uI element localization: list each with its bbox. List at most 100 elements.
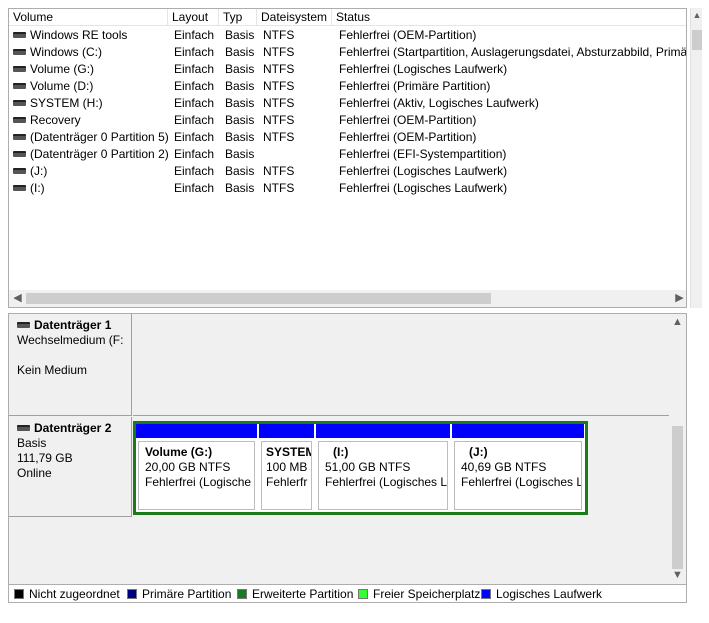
scroll-left-icon[interactable]: ◀ xyxy=(9,290,26,307)
partition-g[interactable]: Volume (G:) 20,00 GB NTFS Fehlerfrei (Lo… xyxy=(136,424,258,512)
cell-dateisystem-text: NTFS xyxy=(263,96,295,110)
partition-status: Fehlerfr xyxy=(266,475,308,489)
cell-typ-text: Basis xyxy=(225,79,255,93)
cell-volume-text: SYSTEM (H:) xyxy=(30,96,103,110)
cell-typ: Basis xyxy=(225,112,257,129)
cell-typ: Basis xyxy=(225,44,257,61)
legend-item-extended: Erweiterte Partition xyxy=(237,587,353,601)
legend-label: Freier Speicherplatz xyxy=(373,587,481,601)
cell-status-text: Fehlerfrei (Aktiv, Logisches Laufwerk) xyxy=(339,96,539,110)
cell-dateisystem: NTFS xyxy=(263,78,332,95)
legend-item-primary: Primäre Partition xyxy=(127,587,231,601)
legend-swatch xyxy=(481,589,491,599)
partition-status: Fehlerfrei (Logisches La xyxy=(325,475,448,489)
scroll-up-icon[interactable]: ▲ xyxy=(669,314,686,331)
cell-status: Fehlerfrei (OEM-Partition) xyxy=(339,27,686,44)
table-row[interactable]: Recovery Einfach Basis NTFS Fehlerfrei (OEM-… xyxy=(9,112,686,129)
cell-volume-text: (I:) xyxy=(30,181,45,195)
partition-size: 51,00 GB NTFS xyxy=(325,460,411,474)
partition-size: 40,69 GB NTFS xyxy=(461,460,547,474)
partition-system[interactable]: SYSTEM 100 MB Fehlerfr xyxy=(259,424,315,512)
outer-vertical-scrollbar[interactable]: ▲ xyxy=(690,8,702,308)
scroll-right-icon[interactable]: ▶ xyxy=(671,290,686,307)
table-row[interactable]: (I:) Einfach Basis NTFS Fehlerfrei (Logische… xyxy=(9,180,686,197)
column-header-dateisystem[interactable]: Dateisystem xyxy=(257,9,332,26)
disk-area-2: Volume (G:) 20,00 GB NTFS Fehlerfrei (Lo… xyxy=(133,417,589,517)
cell-volume-text: (Datenträger 0 Partition 2) xyxy=(30,147,168,161)
partition-info: (I:) 51,00 GB NTFS Fehlerfrei (Logisches… xyxy=(318,441,448,510)
partition-type-bar xyxy=(316,424,450,438)
partition-type-bar xyxy=(136,424,257,438)
table-row[interactable]: SYSTEM (H:) Einfach Basis NTFS Fehlerfrei (A… xyxy=(9,95,686,112)
disk-row-2: Datenträger 2 Basis 111,79 GB Online Vol… xyxy=(9,417,669,517)
cell-layout: Einfach xyxy=(174,129,219,146)
legend-label: Primäre Partition xyxy=(142,587,232,601)
cell-layout-text: Einfach xyxy=(174,130,215,144)
cell-dateisystem: NTFS xyxy=(263,180,332,197)
cell-status: Fehlerfrei (Primäre Partition) xyxy=(339,78,686,95)
horizontal-scrollbar[interactable]: ◀ ▶ xyxy=(9,290,686,307)
disk-label-2[interactable]: Datenträger 2 Basis 111,79 GB Online xyxy=(9,417,132,517)
horizontal-scroll-thumb[interactable] xyxy=(26,293,491,304)
disk-drive-icon xyxy=(17,425,30,431)
table-row[interactable]: Windows (C:) Einfach Basis NTFS Fehlerfrei (… xyxy=(9,44,686,61)
table-row[interactable]: Volume (G:) Einfach Basis NTFS Fehlerfrei (L… xyxy=(9,61,686,78)
cell-status-text: Fehlerfrei (Logisches Laufwerk) xyxy=(339,62,508,76)
table-row[interactable]: (Datenträger 0 Partition 5) Einfach Basis N… xyxy=(9,129,686,146)
cell-volume-text: Windows (C:) xyxy=(30,45,103,59)
partition-name: SYSTEM xyxy=(266,445,312,459)
cell-typ-text: Basis xyxy=(225,181,255,195)
table-row[interactable]: Volume (D:) Einfach Basis NTFS Fehlerfrei (P… xyxy=(9,78,686,95)
table-row[interactable]: Windows RE tools Einfach Basis NTFS Fehlerfr… xyxy=(9,27,686,44)
scroll-down-icon[interactable]: ▼ xyxy=(669,567,686,584)
disk-drive-icon xyxy=(13,151,26,157)
legend-swatch xyxy=(127,589,137,599)
legend-item-unallocated: Nicht zugeordnet xyxy=(14,587,120,601)
cell-layout: Einfach xyxy=(174,95,219,112)
cell-status: Fehlerfrei (Logisches Laufwerk) xyxy=(339,180,686,197)
cell-dateisystem-text: NTFS xyxy=(263,130,295,144)
cell-layout: Einfach xyxy=(174,112,219,129)
cell-typ-text: Basis xyxy=(225,28,255,42)
outer-vertical-scroll-thumb[interactable] xyxy=(692,30,702,50)
cell-dateisystem: NTFS xyxy=(263,163,332,180)
column-header-layout[interactable]: Layout xyxy=(168,9,219,26)
partition-status: Fehlerfrei (Logische xyxy=(145,475,252,489)
disk-label-1[interactable]: Datenträger 1 Wechselmedium (F: Kein Med… xyxy=(9,314,132,416)
scroll-up-icon[interactable]: ▲ xyxy=(691,8,703,22)
partition-j[interactable]: (J:) 40,69 GB NTFS Fehlerfrei (Logisches… xyxy=(452,424,585,512)
column-header-status[interactable]: Status xyxy=(332,9,686,26)
partition-name: Volume (G:) xyxy=(145,445,213,459)
cell-layout: Einfach xyxy=(174,180,219,197)
disk-type: Wechselmedium (F: xyxy=(17,333,124,347)
legend-swatch xyxy=(237,589,247,599)
table-row[interactable]: (Datenträger 0 Partition 2) Einfach Basis F… xyxy=(9,146,686,163)
disk-view-vertical-scrollbar[interactable]: ▲ ▼ xyxy=(669,314,686,584)
cell-layout-text: Einfach xyxy=(174,62,215,76)
cell-status-text: Fehlerfrei (EFI-Systempartition) xyxy=(339,147,507,161)
partition-i[interactable]: (I:) 51,00 GB NTFS Fehlerfrei (Logisches… xyxy=(316,424,451,512)
cell-typ: Basis xyxy=(225,78,257,95)
volume-list-header: Volume Layout Typ Dateisystem Status xyxy=(9,9,686,26)
cell-status-text: Fehlerfrei (Logisches Laufwerk) xyxy=(339,164,508,178)
disk-size: 111,79 GB xyxy=(17,451,73,465)
cell-volume-text: Volume (G:) xyxy=(30,62,95,76)
column-header-volume[interactable]: Volume xyxy=(9,9,168,26)
table-row[interactable]: (J:) Einfach Basis NTFS Fehlerfrei (Logische… xyxy=(9,163,686,180)
cell-status: Fehlerfrei (Aktiv, Logisches Laufwerk) xyxy=(339,95,686,112)
partition-type-bar xyxy=(259,424,314,438)
extended-partition: Volume (G:) 20,00 GB NTFS Fehlerfrei (Lo… xyxy=(133,421,588,515)
disk-drive-icon xyxy=(13,32,26,38)
cell-status-text: Fehlerfrei (OEM-Partition) xyxy=(339,113,477,127)
disk-view-scroll-thumb[interactable] xyxy=(672,426,683,569)
legend-swatch xyxy=(358,589,368,599)
cell-typ-text: Basis xyxy=(225,130,255,144)
cell-layout: Einfach xyxy=(174,163,219,180)
cell-status-text: Fehlerfrei (OEM-Partition) xyxy=(339,130,477,144)
cell-dateisystem-text: NTFS xyxy=(263,62,295,76)
column-header-typ[interactable]: Typ xyxy=(219,9,257,26)
cell-volume-text: (J:) xyxy=(30,164,48,178)
disk-area-1 xyxy=(133,314,669,416)
cell-typ: Basis xyxy=(225,146,257,163)
cell-volume-text: Windows RE tools xyxy=(30,28,128,42)
